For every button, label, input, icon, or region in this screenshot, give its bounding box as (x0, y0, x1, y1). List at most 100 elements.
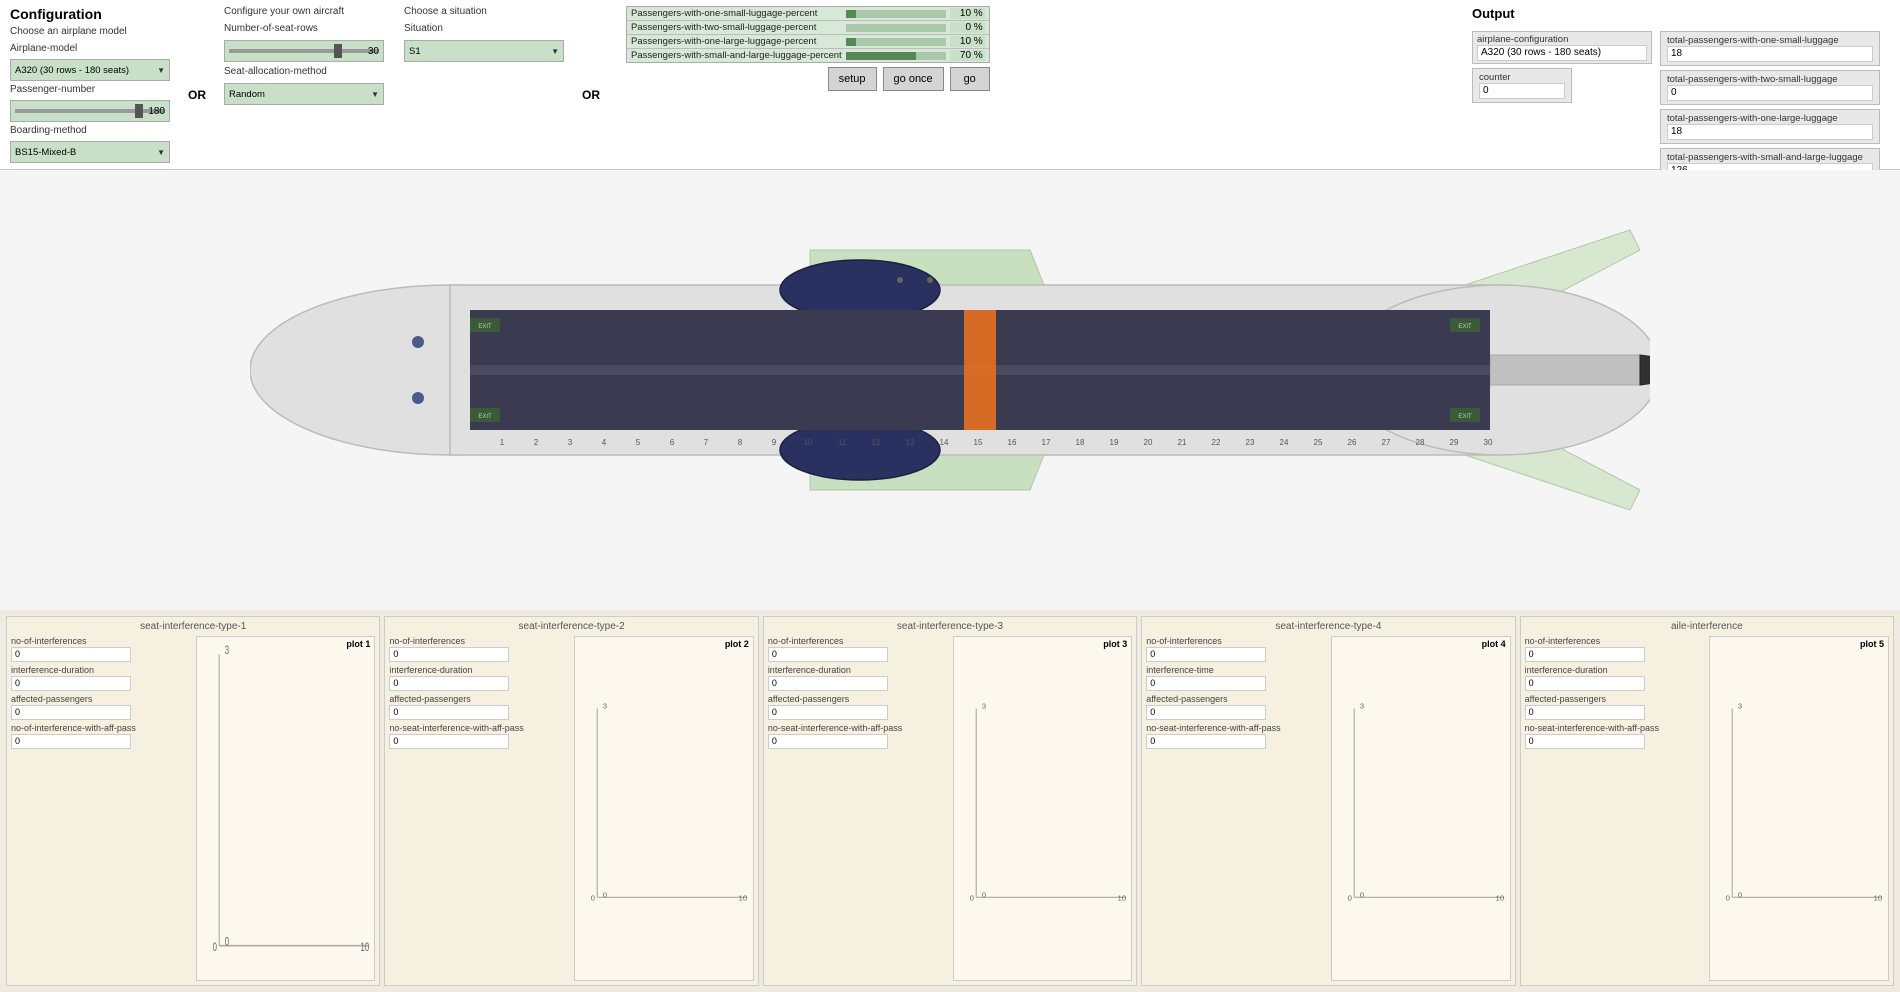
svg-text:EXIT: EXIT (1458, 414, 1472, 420)
plot3-field-0: no-of-interferences 0 (768, 636, 946, 662)
luggage-row-two-small[interactable]: Passengers-with-two-small-luggage-percen… (627, 21, 989, 35)
svg-text:29: 29 (1450, 438, 1459, 447)
svg-text:10: 10 (360, 941, 369, 954)
plot1-label-2: affected-passengers (11, 694, 189, 704)
airplane-model-label: Airplane-model (10, 43, 170, 54)
total-one-large-box: total-passengers-with-one-large-luggage … (1660, 109, 1880, 144)
plot3-label-1: interference-duration (768, 665, 946, 675)
plot4-field-2: affected-passengers 0 (1146, 694, 1324, 720)
situation-label: Situation (404, 23, 564, 34)
two-small-slider[interactable] (846, 24, 946, 32)
choose-airplane-label: Choose an airplane model (10, 26, 170, 37)
plot2-field-2: affected-passengers 0 (389, 694, 567, 720)
svg-text:7: 7 (704, 438, 709, 447)
seat-rows-slider[interactable]: 30 (224, 40, 384, 62)
airplane-model-dropdown[interactable]: A320 (30 rows - 180 seats) ▼ (10, 59, 170, 81)
config-title: Configuration (10, 6, 170, 22)
plot3-value-0: 0 (768, 647, 888, 662)
plot5-value-3: 0 (1525, 734, 1645, 749)
plot4-fields: no-of-interferences 0 interference-time … (1146, 636, 1324, 981)
plot2-title: seat-interference-type-2 (389, 621, 753, 632)
plot4-field-0: no-of-interferences 0 (1146, 636, 1324, 662)
plot3-label-3: no-seat-interference-with-aff-pass (768, 723, 946, 733)
one-large-slider[interactable] (846, 38, 946, 46)
small-large-label: Passengers-with-small-and-large-luggage-… (631, 50, 842, 61)
svg-text:18: 18 (1076, 438, 1085, 447)
svg-text:20: 20 (1144, 438, 1153, 447)
counter-box: counter 0 (1472, 68, 1572, 103)
plot2-value-0: 0 (389, 647, 509, 662)
setup-button[interactable]: setup (828, 67, 877, 91)
plot5-value-1: 0 (1525, 676, 1645, 691)
plot2-value-2: 0 (389, 705, 509, 720)
svg-text:23: 23 (1246, 438, 1255, 447)
svg-text:10: 10 (739, 894, 748, 903)
plot3-label-0: no-of-interferences (768, 636, 946, 646)
svg-text:4: 4 (602, 438, 607, 447)
passenger-slider[interactable]: 180 (10, 100, 170, 122)
plot4-label-2: affected-passengers (1146, 694, 1324, 704)
svg-text:8: 8 (738, 438, 743, 447)
plot1-value-1: 0 (11, 676, 131, 691)
plot5-label-0: no-of-interferences (1525, 636, 1703, 646)
situation-dropdown[interactable]: S1 ▼ (404, 40, 564, 62)
go-button[interactable]: go (950, 67, 990, 91)
plot3-field-2: affected-passengers 0 (768, 694, 946, 720)
plot2-fields: no-of-interferences 0 interference-durat… (389, 636, 567, 981)
svg-text:19: 19 (1110, 438, 1119, 447)
go-once-button[interactable]: go once (883, 67, 944, 91)
luggage-row-small-large[interactable]: Passengers-with-small-and-large-luggage-… (627, 49, 989, 62)
svg-text:0: 0 (969, 894, 974, 903)
total-two-small-box: total-passengers-with-two-small-luggage … (1660, 70, 1880, 105)
plot4-label-3: no-seat-interference-with-aff-pass (1146, 723, 1324, 733)
svg-text:0: 0 (1738, 890, 1743, 899)
svg-text:30: 30 (1484, 438, 1493, 447)
svg-text:EXIT: EXIT (478, 414, 492, 420)
plot1-label-1: interference-duration (11, 665, 189, 675)
plot2-label-1: interference-duration (389, 665, 567, 675)
plot4-chart: plot 4 0 10 3 0 (1331, 636, 1511, 981)
svg-text:0: 0 (224, 936, 229, 949)
svg-text:21: 21 (1178, 438, 1187, 447)
svg-text:5: 5 (636, 438, 641, 447)
plot5-title: aile-interference (1525, 621, 1889, 632)
plot4-value-3: 0 (1146, 734, 1266, 749)
two-small-label: Passengers-with-two-small-luggage-percen… (631, 22, 842, 33)
one-large-value: 10 % (950, 36, 985, 47)
one-small-slider[interactable] (846, 10, 946, 18)
plot3-fields: no-of-interferences 0 interference-durat… (768, 636, 946, 981)
boarding-method-arrow: ▼ (157, 148, 165, 157)
svg-text:11: 11 (838, 438, 847, 447)
simulation-area: EXIT EXIT EXIT EXIT 1 2 3 4 5 6 7 8 9 10… (0, 170, 1900, 610)
svg-text:0: 0 (1726, 894, 1731, 903)
boarding-method-dropdown[interactable]: BS15-Mixed-B ▼ (10, 141, 170, 163)
plot5-svg: 0 10 3 0 (1710, 637, 1888, 980)
plot4-value-0: 0 (1146, 647, 1266, 662)
svg-text:6: 6 (670, 438, 675, 447)
plot5-field-2: affected-passengers 0 (1525, 694, 1703, 720)
plot5-value-2: 0 (1525, 705, 1645, 720)
svg-text:28: 28 (1416, 438, 1425, 447)
svg-text:26: 26 (1348, 438, 1357, 447)
total-one-small-label: total-passengers-with-one-small-luggage (1667, 35, 1873, 46)
small-large-slider[interactable] (846, 52, 946, 60)
plot3-svg: 0 10 3 0 (954, 637, 1132, 980)
configure-own-label: Configure your own aircraft (224, 6, 384, 17)
total-one-large-label: total-passengers-with-one-large-luggage (1667, 113, 1873, 124)
plot5-value-0: 0 (1525, 647, 1645, 662)
svg-text:9: 9 (772, 438, 777, 447)
svg-text:3: 3 (1360, 702, 1364, 711)
svg-text:2: 2 (534, 438, 539, 447)
svg-text:3: 3 (568, 438, 573, 447)
airplane-model-arrow: ▼ (157, 66, 165, 75)
luggage-row-one-small[interactable]: Passengers-with-one-small-luggage-percen… (627, 7, 989, 21)
svg-text:3: 3 (224, 645, 229, 658)
plot2-field-0: no-of-interferences 0 (389, 636, 567, 662)
or-text-2: OR (582, 88, 600, 102)
luggage-row-one-large[interactable]: Passengers-with-one-large-luggage-percen… (627, 35, 989, 49)
plot3-value-2: 0 (768, 705, 888, 720)
seat-alloc-dropdown[interactable]: Random ▼ (224, 83, 384, 105)
situation-arrow: ▼ (551, 47, 559, 56)
plot4-chart-label: plot 4 (1482, 639, 1506, 649)
config-area: Configuration Choose an airplane model A… (0, 0, 1900, 170)
